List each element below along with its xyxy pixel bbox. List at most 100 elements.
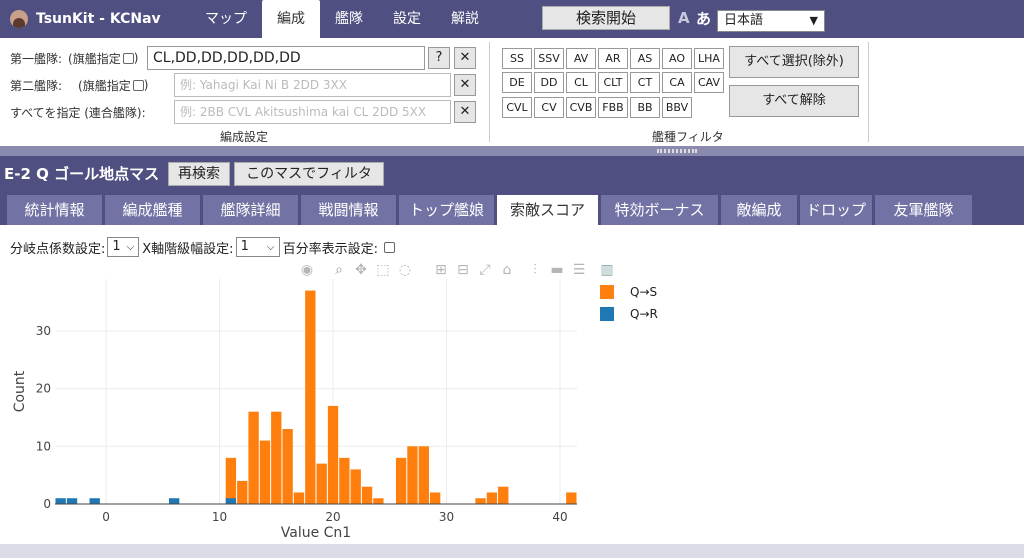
legend-swatch-q-s	[600, 285, 614, 299]
bar-q-r	[66, 498, 78, 504]
ship-filter-ssv[interactable]: SSV	[534, 48, 564, 69]
ship-filter-bb[interactable]: BB	[630, 97, 660, 118]
bar-q-r	[55, 498, 66, 504]
x-tick-label: 10	[212, 510, 227, 524]
legend-item-q-r[interactable]: Q→R	[600, 303, 658, 325]
filter-this-node-button[interactable]: このマスでフィルタ	[234, 162, 384, 186]
first-flagship-checkbox[interactable]	[122, 52, 134, 64]
combined-fleet-row: すべてを指定 (連合艦隊):	[10, 100, 146, 124]
branch-coef-select[interactable]: 1 ⌵	[107, 237, 140, 257]
ship-filter-ca[interactable]: CA	[662, 72, 692, 93]
ship-filter-bbv[interactable]: BBV	[662, 97, 692, 118]
search-start-button[interactable]: 検索開始	[542, 6, 670, 30]
y-tick-label: 20	[36, 382, 51, 396]
top-navbar: TsunKit - KCNav マップ 編成 艦隊 設定 解説 検索開始 A あ…	[0, 0, 1024, 38]
bin-width-select[interactable]: 1 ⌵	[235, 237, 280, 257]
ship-filter-av[interactable]: AV	[566, 48, 596, 69]
tab-special-bonus[interactable]: 特効ボーナス	[601, 195, 718, 225]
brand[interactable]: TsunKit - KCNav	[0, 10, 190, 28]
tab-composition-types[interactable]: 編成艦種	[105, 195, 200, 225]
bar-q-s	[498, 486, 509, 504]
bin-width-value: 1	[240, 239, 249, 254]
branch-coef-label: 分岐点係数設定:	[10, 241, 106, 257]
x-tick-label: 20	[325, 510, 340, 524]
result-header: E-2 Q ゴール地点マス 再検索 このマスでフィルタ	[0, 156, 1024, 192]
tab-enemy-fleet[interactable]: 敵編成	[721, 195, 797, 225]
ship-filter-ar[interactable]: AR	[598, 48, 628, 69]
y-tick-label: 0	[43, 497, 51, 511]
second-fleet-clear-button[interactable]: ✕	[454, 74, 476, 96]
bar-q-s	[395, 457, 407, 504]
x-tick-label: 0	[102, 510, 110, 524]
percent-checkbox[interactable]	[383, 241, 395, 253]
app-title: TsunKit - KCNav	[36, 11, 161, 27]
tab-statistics[interactable]: 統計情報	[7, 195, 102, 225]
combined-fleet-label: すべてを指定 (連合艦隊):	[10, 105, 146, 120]
second-fleet-row: 第二艦隊: (旗艦指定 )	[10, 78, 149, 93]
second-flagship-checkbox[interactable]	[132, 79, 144, 91]
nav-tab-fleet[interactable]: 艦隊	[320, 0, 378, 38]
grip-icon	[657, 149, 697, 153]
bottom-strip	[0, 544, 1024, 558]
nav-tab-map[interactable]: マップ	[190, 0, 262, 38]
ship-filter-cvl[interactable]: CVL	[502, 97, 532, 118]
tab-battle-info[interactable]: 戦闘情報	[301, 195, 396, 225]
bar-q-r	[225, 498, 237, 504]
tab-top-ships[interactable]: トップ艦娘	[399, 195, 494, 225]
first-fleet-row: 第一艦隊: (旗艦指定 )	[10, 51, 139, 66]
re-search-button[interactable]: 再検索	[168, 162, 230, 186]
nav-tab-composition[interactable]: 編成	[262, 0, 320, 38]
nav-tab-settings[interactable]: 設定	[378, 0, 436, 38]
second-fleet-input[interactable]: 例: Yahagi Kai Ni B 2DD 3XX	[174, 73, 451, 97]
legend-label-q-r: Q→R	[630, 307, 658, 321]
tab-friend-fleet[interactable]: 友軍艦隊	[875, 195, 972, 225]
bar-q-s	[429, 492, 441, 504]
ship-filter-dd[interactable]: DD	[534, 72, 564, 93]
bar-q-s	[350, 469, 361, 504]
bar-q-s	[282, 429, 293, 504]
bar-q-s	[259, 440, 271, 504]
ship-filter-ct[interactable]: CT	[630, 72, 660, 93]
ship-filter-lha[interactable]: LHA	[694, 48, 724, 69]
font-latin-toggle[interactable]: A	[678, 9, 690, 27]
ship-filter-cv[interactable]: CV	[534, 97, 564, 118]
ship-filter-ss[interactable]: SS	[502, 48, 532, 69]
chart-options: 分岐点係数設定: 1 ⌵ X軸階級幅設定: 1 ⌵ 百分率表示設定:	[10, 237, 395, 257]
language-select[interactable]: 日本語 ▼	[717, 10, 825, 32]
ship-filter-caption: 艦種フィルタ	[652, 130, 724, 144]
histogram-chart: 0 10 20 30 0 10 20 30 40 Value Cn1 Count	[12, 279, 577, 541]
panel-resize-handle[interactable]	[0, 146, 1024, 156]
x-tick-label: 40	[552, 510, 567, 524]
ship-filter-ao[interactable]: AO	[662, 48, 692, 69]
nav-tab-guide[interactable]: 解説	[436, 0, 494, 38]
y-axis-title: Count	[12, 370, 28, 412]
bar-q-s	[373, 498, 384, 504]
second-fleet-label: 第二艦隊:	[10, 78, 63, 93]
help-button[interactable]: ?	[428, 47, 450, 69]
bar-q-s	[293, 492, 305, 504]
bar-q-s	[305, 290, 316, 504]
font-kana-toggle[interactable]: あ	[696, 8, 711, 29]
ship-filter-as[interactable]: AS	[630, 48, 660, 69]
bar-q-r	[89, 498, 100, 504]
combined-fleet-input[interactable]: 例: 2BB CVL Akitsushima kai CL 2DD 5XX	[174, 100, 451, 124]
tab-los-score[interactable]: 索敵スコア	[497, 195, 598, 225]
ship-filter-de[interactable]: DE	[502, 72, 532, 93]
select-all-button[interactable]: すべて選択(除外)	[729, 46, 859, 78]
tab-fleet-details[interactable]: 艦隊詳細	[203, 195, 298, 225]
ship-filter-fbb[interactable]: FBB	[598, 97, 628, 118]
avatar-logo-icon	[10, 10, 28, 28]
bar-q-s	[248, 411, 259, 504]
first-fleet-input[interactable]: CL,DD,DD,DD,DD,DD	[147, 46, 425, 70]
chevron-down-icon: ⌵	[266, 242, 275, 253]
clear-all-button[interactable]: すべて解除	[729, 85, 859, 117]
ship-filter-clt[interactable]: CLT	[598, 72, 628, 93]
first-fleet-clear-button[interactable]: ✕	[454, 47, 476, 69]
ship-filter-cvb[interactable]: CVB	[566, 97, 596, 118]
combined-fleet-clear-button[interactable]: ✕	[454, 101, 476, 123]
legend-item-q-s[interactable]: Q→S	[600, 281, 658, 303]
tab-drops[interactable]: ドロップ	[800, 195, 872, 225]
ship-filter-cav[interactable]: CAV	[694, 72, 724, 93]
percent-label: 百分率表示設定:	[282, 241, 378, 257]
ship-filter-cl[interactable]: CL	[566, 72, 596, 93]
